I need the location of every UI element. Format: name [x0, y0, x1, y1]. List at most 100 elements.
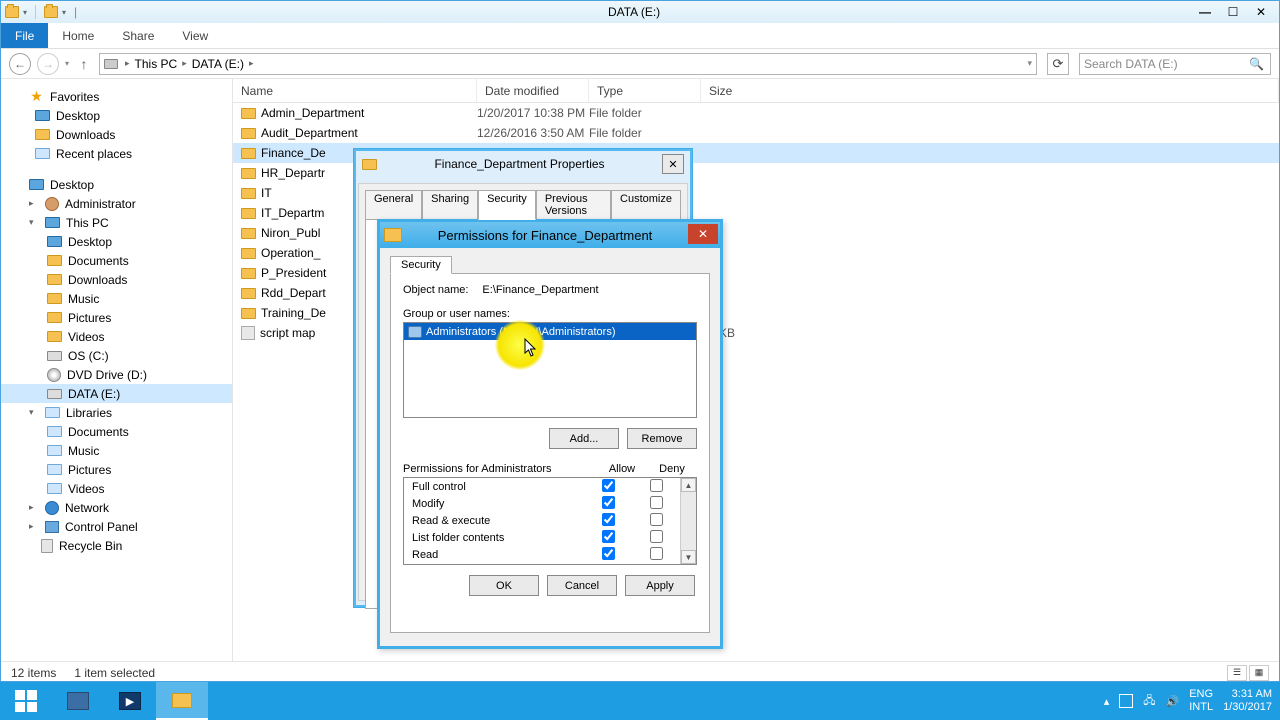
tray-kbd[interactable]: INTL [1189, 701, 1213, 714]
tree-item[interactable]: Music [1, 289, 232, 308]
allow-checkbox[interactable] [602, 513, 615, 526]
chevron-right-icon[interactable]: ▸ [122, 58, 133, 69]
col-name[interactable]: Name [233, 79, 477, 102]
scroll-up-icon[interactable]: ▲ [681, 478, 696, 492]
tab-security[interactable]: Security [478, 190, 536, 220]
tree-item[interactable]: Videos [1, 327, 232, 346]
tree-item[interactable]: Downloads [1, 270, 232, 289]
col-date[interactable]: Date modified [477, 79, 589, 102]
tree-item[interactable]: ▸Network [1, 498, 232, 517]
permissions-titlebar[interactable]: Permissions for Finance_Department ✕ [380, 222, 720, 248]
col-size[interactable]: Size [701, 79, 1279, 102]
tree-item[interactable]: DVD Drive (D:) [1, 365, 232, 384]
menu-home[interactable]: Home [48, 23, 108, 48]
tab-customize[interactable]: Customize [611, 190, 681, 220]
file-name: script map [260, 326, 315, 340]
tree-item[interactable]: Pictures [1, 460, 232, 479]
tree-item[interactable]: ▾Libraries [1, 403, 232, 422]
tree-item[interactable]: Desktop [1, 232, 232, 251]
file-menu[interactable]: File [1, 23, 48, 48]
add-button[interactable]: Add... [549, 428, 619, 449]
tree-item[interactable]: Videos [1, 479, 232, 498]
task-server-manager[interactable] [52, 682, 104, 720]
tree-desktop[interactable]: Desktop [1, 175, 232, 194]
start-button[interactable] [0, 682, 52, 720]
tree-favorites[interactable]: ★Favorites [1, 87, 232, 106]
tray-date[interactable]: 1/30/2017 [1223, 701, 1272, 714]
user-list[interactable]: Administrators (NIRON\Administrators) [403, 322, 697, 418]
tree-item[interactable]: Desktop [1, 106, 232, 125]
qat-dropdown-icon[interactable]: ▾ [23, 8, 27, 17]
tab-security[interactable]: Security [390, 256, 452, 274]
scrollbar[interactable]: ▲ ▼ [680, 478, 696, 564]
deny-checkbox[interactable] [650, 479, 663, 492]
sound-icon[interactable]: 🔊 [1166, 695, 1180, 708]
action-center-icon[interactable] [1119, 694, 1133, 708]
tree-item[interactable]: Documents [1, 251, 232, 270]
breadcrumb-segment[interactable]: DATA (E:) [192, 57, 244, 71]
tab-previous-versions[interactable]: Previous Versions [536, 190, 611, 220]
tray-lang[interactable]: ENG [1189, 688, 1213, 701]
tree-item[interactable]: ▸Administrator [1, 194, 232, 213]
qat-dropdown-icon[interactable]: ▾ [62, 8, 66, 17]
tree-item[interactable]: Pictures [1, 308, 232, 327]
breadcrumb-segment[interactable]: This PC [135, 57, 178, 71]
tray-time[interactable]: 3:31 AM [1223, 688, 1272, 701]
tree-item[interactable]: Recent places [1, 144, 232, 163]
file-row[interactable]: Audit_Department12/26/2016 3:50 AMFile f… [233, 123, 1279, 143]
scroll-down-icon[interactable]: ▼ [681, 550, 696, 564]
allow-checkbox[interactable] [602, 530, 615, 543]
forward-button[interactable]: → [37, 53, 59, 75]
task-explorer[interactable] [156, 682, 208, 720]
close-button[interactable]: ✕ [662, 154, 684, 174]
close-button[interactable]: ✕ [688, 224, 718, 244]
history-dropdown-icon[interactable]: ▾ [65, 59, 69, 68]
cancel-button[interactable]: Cancel [547, 575, 617, 596]
search-input[interactable]: Search DATA (E:) 🔍 [1079, 53, 1271, 75]
file-row[interactable]: Admin_Department1/20/2017 10:38 PMFile f… [233, 103, 1279, 123]
tree-item[interactable]: Recycle Bin [1, 536, 232, 555]
tree-item[interactable]: Documents [1, 422, 232, 441]
deny-checkbox[interactable] [650, 496, 663, 509]
tree-item[interactable]: OS (C:) [1, 346, 232, 365]
refresh-button[interactable]: ⟳ [1047, 53, 1069, 75]
tree-item[interactable]: ▸Control Panel [1, 517, 232, 536]
back-button[interactable]: ← [9, 53, 31, 75]
file-name: Operation_ [261, 246, 320, 260]
user-item-administrators[interactable]: Administrators (NIRON\Administrators) [404, 323, 696, 340]
menu-view[interactable]: View [168, 23, 222, 48]
chevron-right-icon[interactable]: ▸ [246, 58, 257, 69]
tab-sharing[interactable]: Sharing [422, 190, 478, 220]
tree-item-data-e[interactable]: DATA (E:) [1, 384, 232, 403]
col-type[interactable]: Type [589, 79, 701, 102]
drive-icon [104, 59, 118, 69]
close-button[interactable]: ✕ [1247, 2, 1275, 22]
breadcrumb-dropdown-icon[interactable]: ▾ [1027, 58, 1032, 69]
deny-checkbox[interactable] [650, 530, 663, 543]
properties-titlebar[interactable]: Finance_Department Properties ✕ [354, 149, 692, 179]
apply-button[interactable]: Apply [625, 575, 695, 596]
ok-button[interactable]: OK [469, 575, 539, 596]
tray-up-icon[interactable]: ▴ [1104, 695, 1110, 708]
view-icons-button[interactable]: ▦ [1249, 665, 1269, 681]
up-button[interactable]: ↑ [75, 55, 93, 73]
tree-item[interactable]: Music [1, 441, 232, 460]
remove-button[interactable]: Remove [627, 428, 697, 449]
tree-item[interactable]: ▾This PC [1, 213, 232, 232]
chevron-right-icon[interactable]: ▸ [179, 58, 190, 69]
deny-checkbox[interactable] [650, 513, 663, 526]
deny-checkbox[interactable] [650, 547, 663, 560]
allow-checkbox[interactable] [602, 496, 615, 509]
allow-checkbox[interactable] [602, 547, 615, 560]
tab-general[interactable]: General [365, 190, 422, 220]
allow-checkbox[interactable] [602, 479, 615, 492]
tree-item[interactable]: Downloads [1, 125, 232, 144]
breadcrumb[interactable]: ▸ This PC ▸ DATA (E:) ▸ ▾ [99, 53, 1037, 75]
maximize-button[interactable]: ☐ [1219, 2, 1247, 22]
task-powershell[interactable]: ▶ [104, 682, 156, 720]
permission-name: List folder contents [412, 532, 584, 544]
menu-share[interactable]: Share [108, 23, 168, 48]
view-details-button[interactable]: ☰ [1227, 665, 1247, 681]
network-icon[interactable]: 🖧 [1143, 692, 1155, 711]
minimize-button[interactable]: — [1191, 2, 1219, 22]
